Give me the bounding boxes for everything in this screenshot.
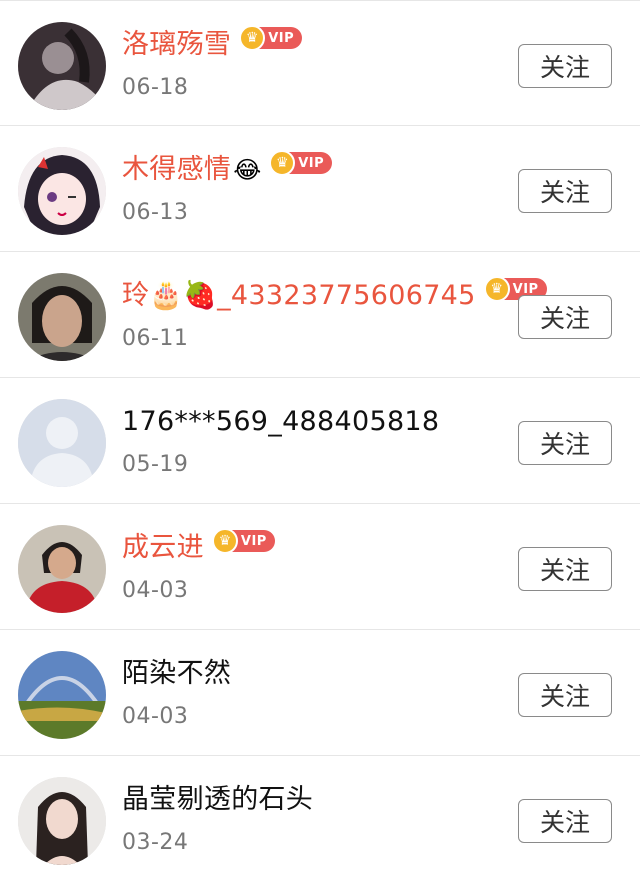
list-item[interactable]: 成云进 ♛ VIP 04-03 关注 — [0, 504, 640, 630]
avatar[interactable] — [18, 525, 106, 613]
crown-icon: ♛ — [483, 276, 510, 302]
list-item[interactable]: 陌染不然 04-03 关注 — [0, 630, 640, 756]
follow-button[interactable]: 关注 — [518, 44, 612, 88]
follow-date: 06-18 — [122, 75, 189, 100]
user-name[interactable]: 成云进 — [122, 530, 204, 566]
list-item[interactable]: 晶莹剔透的石头 03-24 关注 — [0, 756, 640, 882]
name-line: 成云进 ♛ VIP — [122, 528, 275, 566]
follow-button[interactable]: 关注 — [518, 169, 612, 213]
user-name[interactable]: 玲🎂🍓_43323775606745 — [122, 278, 476, 314]
vip-badge: ♛ VIP — [269, 150, 333, 176]
avatar[interactable] — [18, 273, 106, 361]
follow-date: 06-13 — [122, 200, 189, 225]
name-line: 木得感情 😂 ♛ VIP — [122, 150, 333, 188]
follow-date: 04-03 — [122, 578, 189, 603]
vip-badge: ♛ VIP — [211, 528, 275, 554]
user-name[interactable]: 晶莹剔透的石头 — [122, 782, 313, 818]
follow-button[interactable]: 关注 — [518, 421, 612, 465]
laughing-emoji-icon: 😂 — [233, 156, 262, 184]
default-avatar-icon[interactable] — [18, 399, 106, 487]
crown-icon: ♛ — [239, 25, 266, 51]
name-line: 洛璃殇雪 ♛ VIP — [122, 25, 303, 63]
user-name[interactable]: 木得感情 — [122, 152, 231, 188]
list-item[interactable]: 洛璃殇雪 ♛ VIP 06-18 关注 — [0, 0, 640, 126]
follow-button[interactable]: 关注 — [518, 295, 612, 339]
name-line: 玲🎂🍓_43323775606745 ♛ VIP — [122, 276, 547, 314]
follower-list: 洛璃殇雪 ♛ VIP 06-18 关注 木得感情 😂 ♛ VIP 06-13 关注 … — [0, 0, 640, 882]
follow-date: 06-11 — [122, 326, 189, 351]
avatar[interactable] — [18, 22, 106, 110]
user-name[interactable]: 洛璃殇雪 — [122, 27, 231, 63]
follow-button[interactable]: 关注 — [518, 799, 612, 843]
user-name[interactable]: 陌染不然 — [122, 656, 231, 692]
follow-button[interactable]: 关注 — [518, 673, 612, 717]
name-line: 晶莹剔透的石头 — [122, 782, 313, 818]
list-item[interactable]: 木得感情 😂 ♛ VIP 06-13 关注 — [0, 126, 640, 252]
user-name[interactable]: 176***569_488405818 — [122, 404, 439, 440]
follow-date: 03-24 — [122, 830, 189, 855]
crown-icon: ♛ — [211, 528, 238, 554]
vip-badge: ♛ VIP — [239, 25, 303, 51]
follow-button[interactable]: 关注 — [518, 547, 612, 591]
follow-date: 04-03 — [122, 704, 189, 729]
name-line: 陌染不然 — [122, 656, 231, 692]
list-item[interactable]: 玲🎂🍓_43323775606745 ♛ VIP 06-11 关注 — [0, 252, 640, 378]
avatar[interactable] — [18, 147, 106, 235]
crown-icon: ♛ — [269, 150, 296, 176]
avatar[interactable] — [18, 777, 106, 865]
name-line: 176***569_488405818 — [122, 404, 439, 440]
list-item[interactable]: 176***569_488405818 05-19 关注 — [0, 378, 640, 504]
avatar[interactable] — [18, 651, 106, 739]
follow-date: 05-19 — [122, 452, 189, 477]
